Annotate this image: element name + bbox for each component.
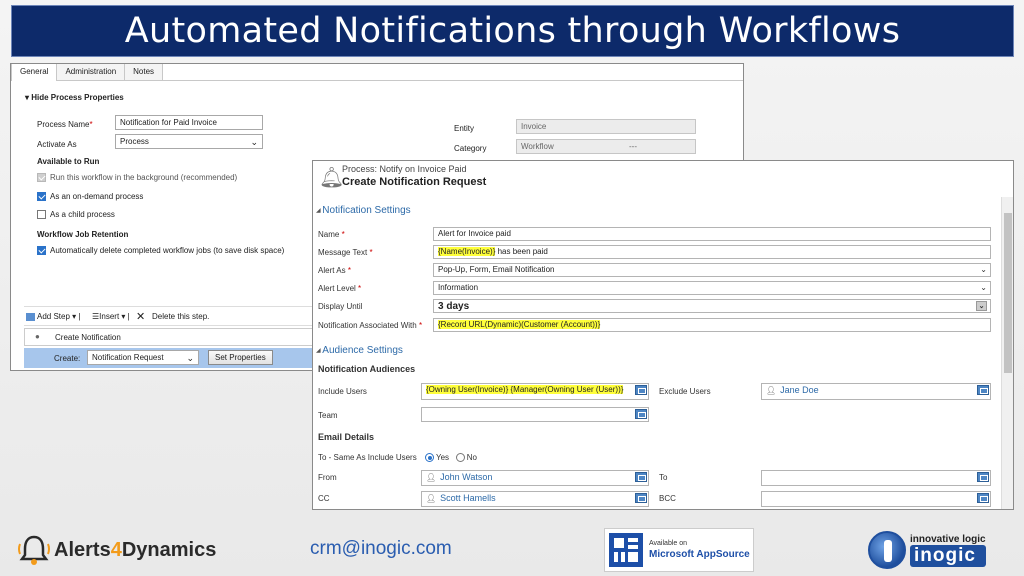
alerts4dynamics-logo: Alerts 4 Dynamics [16,530,216,570]
create-entity-select[interactable]: Notification Request ⌄ [87,350,199,365]
to-field[interactable] [761,470,991,486]
notification-request-window: 🔔︎ Process: Notify on Invoice Paid Creat… [312,160,1014,510]
user-icon: 👤︎ [426,494,437,503]
audience-settings-heading[interactable]: Audience Settings [316,345,403,356]
associated-with-label: Notification Associated With * [318,321,423,330]
checkbox-background [37,173,46,183]
associated-with-field[interactable]: {Record URL(Dynamic)(Customer (Account))… [433,318,991,332]
team-field[interactable] [421,407,649,422]
from-label: From [318,473,337,482]
process-name-field[interactable]: Notification for Paid Invoice [115,115,263,130]
lookup-icon [635,385,647,395]
alert-level-select[interactable]: Information ⌄ [433,281,991,295]
entity-field: Invoice [516,119,696,134]
tab-general[interactable]: General [11,64,58,81]
chevron-down-icon: ⌄ [976,301,987,311]
option-ondemand[interactable]: As an on-demand process [37,192,143,202]
activate-as-label: Activate As [37,140,77,149]
lookup-icon [635,409,647,419]
display-until-select[interactable]: 3 days ⌄ [433,299,991,313]
lookup-icon [977,472,989,482]
vertical-scrollbar[interactable] [1001,197,1013,509]
delete-icon[interactable]: ✕ [136,310,145,323]
add-step-button[interactable]: Add Step ▾ | [26,312,80,321]
to-same-radio-group: Yes No [425,453,477,463]
option-background: Run this workflow in the background (rec… [37,173,237,183]
appsource-badge[interactable]: Available on Microsoft AppSource [604,528,754,572]
category-field: Workflow --- [516,139,696,154]
cc-field[interactable]: 👤︎ Scott Hamells [421,491,649,507]
lookup-icon [635,472,647,482]
window-header: Create Notification Request [342,176,487,188]
alert-as-select[interactable]: Pop-Up, Form, Email Notification ⌄ [433,263,991,277]
activate-as-select[interactable]: Process ⌄ [115,134,263,149]
bcc-label: BCC [659,494,676,503]
display-until-label: Display Until [318,302,363,311]
retention-heading: Workflow Job Retention [37,230,129,239]
hide-process-properties-toggle[interactable]: ▾ Hide Process Properties [25,93,124,102]
create-label: Create: [54,354,81,363]
chevron-down-icon: ⌄ [980,283,987,292]
delete-step-button[interactable]: Delete this step. [152,312,209,321]
lookup-icon [977,493,989,503]
email-details-heading: Email Details [318,432,375,442]
message-text-field[interactable]: {Name(Invoice)} has been paid [433,245,991,259]
step-bullet-icon: ● [35,332,40,341]
user-icon: 👤︎ [766,386,777,395]
bell-icon: 🔔︎ [319,167,345,189]
add-step-icon [26,312,35,321]
entity-label: Entity [454,124,475,133]
set-properties-button[interactable]: Set Properties [208,350,273,365]
tab-administration[interactable]: Administration [57,64,126,80]
inogic-circle-icon [868,531,906,569]
process-name-label: Process Name* [37,120,93,129]
to-same-label: To - Same As Include Users [318,453,417,462]
name-field[interactable]: Alert for Invoice paid [433,227,991,241]
step-name: Create Notification [55,333,121,342]
from-field[interactable]: 👤︎ John Watson [421,470,649,486]
include-users-label: Include Users [318,387,367,396]
exclude-users-field[interactable]: 👤︎ Jane Doe [761,383,991,400]
lookup-icon [635,493,647,503]
exclude-users-label: Exclude Users [659,387,711,396]
checkbox-ondemand[interactable] [37,192,46,202]
checkbox-child-process[interactable] [37,210,46,220]
include-users-field[interactable]: {Owning User(Invoice)} {Manager(Owning U… [421,383,649,400]
user-icon: 👤︎ [426,473,437,482]
tab-notes[interactable]: Notes [125,64,164,80]
available-to-run-heading: Available to Run [37,157,100,166]
message-text-label: Message Text * [318,248,373,257]
alert-as-label: Alert As * [318,266,351,275]
scrollbar-thumb[interactable] [1004,213,1012,373]
lookup-icon [977,385,989,395]
notification-settings-heading[interactable]: Notification Settings [316,205,410,216]
appsource-icon [609,533,643,567]
to-label: To [659,473,668,482]
chevron-down-icon: ⌄ [186,353,194,363]
notification-audiences-heading: Notification Audiences [318,364,416,374]
option-child-process[interactable]: As a child process [37,210,115,220]
slide-title: Automated Notifications through Workflow… [11,5,1014,57]
tab-strip: General Administration Notes [11,64,743,81]
inogic-logo: innovative logic inogic [868,530,1008,570]
radio-yes[interactable]: Yes [425,453,449,463]
option-delete-completed[interactable]: Automatically delete completed workflow … [37,246,284,256]
team-label: Team [318,411,338,420]
chevron-down-icon: ⌄ [980,265,987,274]
category-label: Category [454,144,487,153]
bell-logo-icon [18,535,50,565]
process-line: Process: Notify on Invoice Paid [342,164,467,174]
radio-no[interactable]: No [455,453,477,463]
name-label: Name * [318,230,345,239]
alert-level-label: Alert Level * [318,284,362,293]
checkbox-delete-completed[interactable] [37,246,46,256]
insert-button[interactable]: ☰Insert ▾ | [92,312,130,321]
cc-label: CC [318,494,330,503]
chevron-down-icon: ⌄ [250,137,258,147]
bcc-field[interactable] [761,491,991,507]
contact-email[interactable]: crm@inogic.com [310,538,452,560]
